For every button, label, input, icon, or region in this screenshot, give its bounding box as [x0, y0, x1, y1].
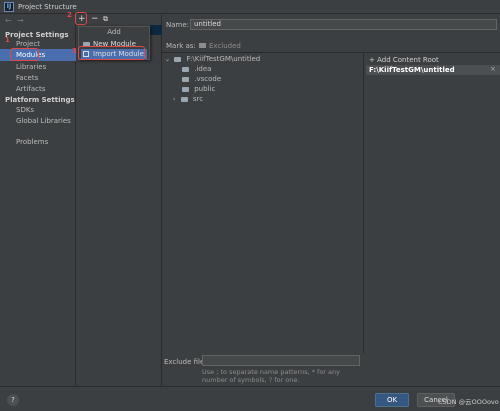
tree-item-label: src: [192, 95, 204, 103]
tree-item-vscode[interactable]: .vscode: [182, 74, 221, 84]
sidebar-item-global-libraries[interactable]: Global Libraries: [16, 116, 71, 126]
csdn-watermark: CSDN @云OOOovo: [438, 398, 499, 406]
modules-list-panel: [76, 15, 162, 386]
step-2-label: 2: [67, 11, 72, 19]
step-1-label: 1: [5, 36, 10, 44]
forward-arrow-icon[interactable]: →: [17, 16, 24, 25]
sidebar-item-libraries[interactable]: Libraries: [16, 62, 46, 72]
exclude-files-hint: Use ; to separate name patterns, * for a…: [202, 368, 340, 384]
add-icon[interactable]: +: [78, 14, 86, 24]
copy-icon[interactable]: ⧉: [103, 14, 108, 24]
module-list-edge: [150, 25, 162, 35]
add-content-root-link[interactable]: + Add Content Root: [369, 56, 439, 64]
content-root-divider: [363, 53, 364, 353]
excluded-folder-icon: [199, 43, 206, 48]
import-module-highlight-box: [78, 46, 145, 60]
help-button[interactable]: ?: [7, 394, 19, 406]
tree-item-idea[interactable]: .idea: [182, 64, 211, 74]
remove-icon[interactable]: −: [91, 14, 99, 24]
tree-item-public[interactable]: public: [182, 84, 215, 94]
back-arrow-icon[interactable]: ←: [5, 16, 12, 25]
tree-item-label: .idea: [194, 65, 212, 73]
close-icon[interactable]: ×: [490, 65, 496, 73]
folder-icon: [182, 86, 189, 92]
content-root-path: F:\KiifTestGM\untitled: [369, 66, 455, 74]
tree-item-label: .vscode: [194, 75, 222, 83]
tree-item-src[interactable]: › src: [173, 94, 203, 104]
folder-icon: [180, 96, 188, 102]
step-3-label: 3: [72, 47, 77, 55]
sidebar-item-artifacts[interactable]: Artifacts: [16, 84, 45, 94]
modules-highlight-box: [10, 48, 39, 61]
folder-icon: [174, 56, 182, 62]
tree-root[interactable]: ⌄ F:\KiifTestGM\untitled: [165, 54, 260, 64]
popup-title: Add: [107, 28, 121, 36]
mark-as-label: Mark as:: [166, 42, 196, 50]
sidebar-item-sdks[interactable]: SDKs: [16, 105, 34, 115]
sidebar-item-facets[interactable]: Facets: [16, 73, 38, 83]
exclude-files-input[interactable]: [202, 355, 360, 366]
sidebar-item-problems[interactable]: Problems: [16, 137, 48, 147]
excluded-option[interactable]: Excluded: [209, 42, 241, 50]
name-label: Name:: [166, 21, 190, 29]
divider: [162, 52, 500, 53]
folder-icon: [182, 76, 189, 82]
tree-root-label: F:\KiifTestGM\untitled: [186, 55, 261, 63]
folder-icon: [182, 66, 189, 72]
project-settings-header: Project Settings: [5, 31, 69, 39]
tree-item-label: public: [194, 85, 216, 93]
platform-settings-header: Platform Settings: [5, 96, 75, 104]
intellij-app-icon: IJ: [4, 2, 14, 12]
chevron-down-icon: ⌄: [165, 56, 171, 63]
chevron-right-icon: ›: [173, 96, 176, 103]
ok-button[interactable]: OK: [375, 393, 409, 407]
name-field[interactable]: untitled: [190, 19, 497, 30]
